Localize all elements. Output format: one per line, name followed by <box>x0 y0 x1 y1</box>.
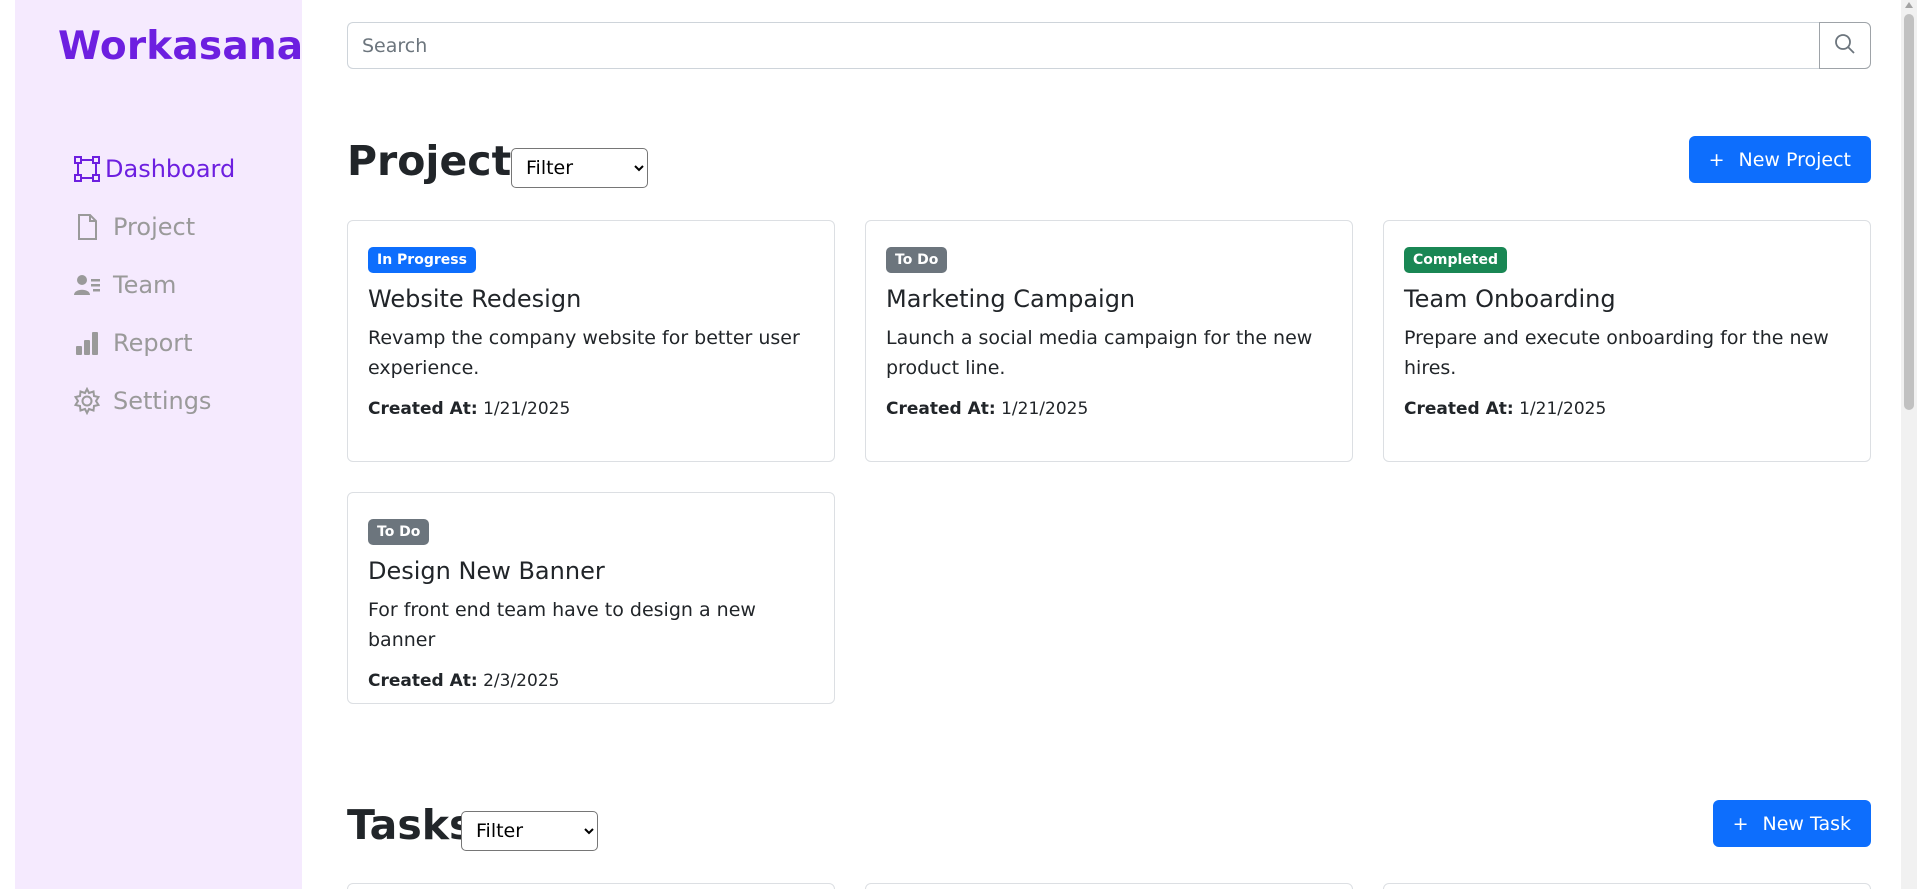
plus-icon: + <box>1708 148 1725 171</box>
project-title: Design New Banner <box>368 557 605 585</box>
new-task-label: New Task <box>1762 812 1852 835</box>
project-title: Team Onboarding <box>1404 285 1616 313</box>
bar-chart-icon <box>73 329 101 357</box>
vertical-scrollbar[interactable] <box>1901 0 1917 889</box>
project-description: Prepare and execute onboarding for the n… <box>1404 327 1829 379</box>
sidebar-item-settings[interactable]: Settings <box>73 372 235 430</box>
sidebar-nav: Dashboard Project Team Report Settings <box>73 140 235 430</box>
project-created: Created At: 1/21/2025 <box>1404 399 1607 419</box>
sidebar-item-team[interactable]: Team <box>73 256 235 314</box>
project-description: Launch a social media campaign for the n… <box>886 327 1313 379</box>
projects-header: Projects Filter + New Project <box>347 132 1871 192</box>
gear-icon <box>73 387 101 415</box>
task-card[interactable] <box>347 883 835 889</box>
file-icon <box>73 213 101 241</box>
sidebar-item-report[interactable]: Report <box>73 314 235 372</box>
project-card[interactable]: To Do Design New Banner For front end te… <box>347 492 835 704</box>
search-button[interactable] <box>1819 22 1871 69</box>
sidebar-item-label: Project <box>113 213 196 241</box>
sidebar-item-label: Team <box>113 271 177 299</box>
search-bar <box>347 22 1871 69</box>
sidebar-item-dashboard[interactable]: Dashboard <box>73 140 235 198</box>
scroll-up-arrow-icon[interactable] <box>1905 2 1913 8</box>
sidebar-item-project[interactable]: Project <box>73 198 235 256</box>
window-gutter <box>0 0 15 889</box>
sidebar-item-label: Report <box>113 329 193 357</box>
scrollbar-thumb[interactable] <box>1904 14 1914 410</box>
projects-title: Projects <box>347 137 536 185</box>
kanban-icon <box>73 155 101 183</box>
status-badge: In Progress <box>368 247 476 273</box>
tasks-filter-select[interactable]: Filter <box>461 811 598 851</box>
projects-filter-select[interactable]: Filter <box>511 148 648 188</box>
project-created: Created At: 1/21/2025 <box>886 399 1089 419</box>
project-description: Revamp the company website for better us… <box>368 327 800 379</box>
main-content: Projects Filter + New Project In Progres… <box>347 0 1871 889</box>
status-badge: Completed <box>1404 247 1508 273</box>
project-title: Marketing Campaign <box>886 285 1136 313</box>
sidebar-item-label: Settings <box>113 387 212 415</box>
project-created: Created At: 2/3/2025 <box>368 671 560 691</box>
project-description: For front end team have to design a new … <box>368 599 756 651</box>
project-card[interactable]: Completed Team Onboarding Prepare and ex… <box>1383 220 1871 462</box>
brand-logo[interactable]: Workasana <box>58 24 303 69</box>
status-badge: To Do <box>886 247 948 273</box>
status-badge: To Do <box>368 519 430 545</box>
tasks-header: Tasks Filter + New Task <box>347 796 1871 856</box>
search-input[interactable] <box>347 22 1819 69</box>
plus-icon: + <box>1732 812 1749 835</box>
project-created: Created At: 1/21/2025 <box>368 399 571 419</box>
project-card[interactable]: In Progress Website Redesign Revamp the … <box>347 220 835 462</box>
task-card[interactable] <box>865 883 1353 889</box>
tasks-title: Tasks <box>347 801 474 849</box>
project-title: Website Redesign <box>368 285 582 313</box>
project-card[interactable]: To Do Marketing Campaign Launch a social… <box>865 220 1353 462</box>
sidebar-item-label: Dashboard <box>105 155 236 183</box>
sidebar: Workasana Dashboard Project Team Report … <box>15 0 303 889</box>
new-task-button[interactable]: + New Task <box>1712 800 1871 847</box>
new-project-label: New Project <box>1738 148 1852 171</box>
team-icon <box>73 271 101 299</box>
new-project-button[interactable]: + New Project <box>1688 136 1871 183</box>
task-card[interactable] <box>1383 883 1871 889</box>
search-icon <box>1834 33 1856 59</box>
